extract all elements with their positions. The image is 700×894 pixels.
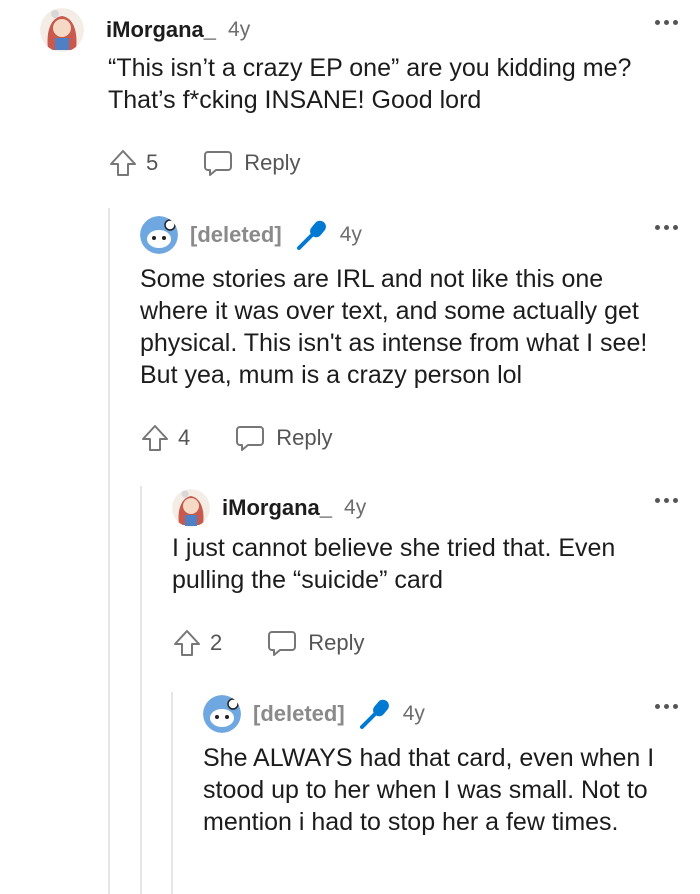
avatar[interactable] <box>40 8 84 52</box>
timestamp[interactable]: 4y <box>344 496 366 520</box>
upvote-icon[interactable] <box>172 628 202 658</box>
comment-header: iMorgana_ 4y <box>172 488 678 528</box>
reply-bubble-icon <box>236 426 265 451</box>
more-options-icon[interactable] <box>655 704 678 709</box>
comment-text: “This isn’t a crazy EP one” are you kidd… <box>108 54 632 114</box>
comment-header: [deleted] 4y <box>140 215 678 255</box>
comment-text: I just cannot believe she tried that. Ev… <box>172 534 616 594</box>
avatar[interactable] <box>140 216 178 254</box>
comment-header: iMorgana_ 4y <box>40 8 678 52</box>
upvote-button[interactable]: 2 <box>172 628 222 658</box>
microphone-icon <box>294 218 328 252</box>
microphone-icon <box>357 697 391 731</box>
upvote-button[interactable]: 5 <box>108 148 158 178</box>
comment-actions: 2 Reply <box>172 628 678 658</box>
comment: iMorgana_ 4y I just cannot believe she t… <box>172 488 678 658</box>
comment: [deleted] 4y She ALWAYS had that card, e… <box>203 694 678 838</box>
reply-label: Reply <box>244 150 301 175</box>
username[interactable]: iMorgana_ <box>106 17 216 43</box>
comment-header: [deleted] 4y <box>203 694 678 734</box>
avatar[interactable] <box>172 489 210 527</box>
vote-count: 4 <box>178 425 191 450</box>
username[interactable]: [deleted] <box>253 701 345 727</box>
reply-bubble-icon <box>204 151 233 176</box>
thread-line <box>171 692 173 894</box>
reply-label: Reply <box>276 425 333 450</box>
comment: [deleted] 4y Some stories are IRL and no… <box>140 215 678 453</box>
comment-actions: 4 Reply <box>140 423 678 453</box>
timestamp[interactable]: 4y <box>340 223 362 247</box>
timestamp[interactable]: 4y <box>403 702 425 726</box>
reply-label: Reply <box>308 630 365 655</box>
more-options-icon[interactable] <box>655 20 678 25</box>
username[interactable]: iMorgana_ <box>222 495 332 521</box>
vote-count: 5 <box>146 150 159 175</box>
thread-line <box>140 486 142 894</box>
reply-bubble-icon <box>268 631 297 656</box>
comment-text: Some stories are IRL and not like this o… <box>140 265 648 389</box>
comment-text: She ALWAYS had that card, even when I st… <box>203 744 655 836</box>
upvote-icon[interactable] <box>140 423 170 453</box>
reply-button[interactable]: Reply <box>266 628 365 658</box>
more-options-icon[interactable] <box>655 498 678 503</box>
username[interactable]: [deleted] <box>190 222 282 248</box>
reply-button[interactable]: Reply <box>234 423 333 453</box>
upvote-button[interactable]: 4 <box>140 423 190 453</box>
timestamp[interactable]: 4y <box>228 18 250 42</box>
comment-actions: 5 Reply <box>108 148 678 178</box>
upvote-icon[interactable] <box>108 148 138 178</box>
more-options-icon[interactable] <box>655 225 678 230</box>
thread-line <box>108 208 110 894</box>
vote-count: 2 <box>210 630 223 655</box>
avatar[interactable] <box>203 695 241 733</box>
reply-button[interactable]: Reply <box>202 148 301 178</box>
comment: iMorgana_ 4y “This isn’t a crazy EP one”… <box>40 8 678 178</box>
